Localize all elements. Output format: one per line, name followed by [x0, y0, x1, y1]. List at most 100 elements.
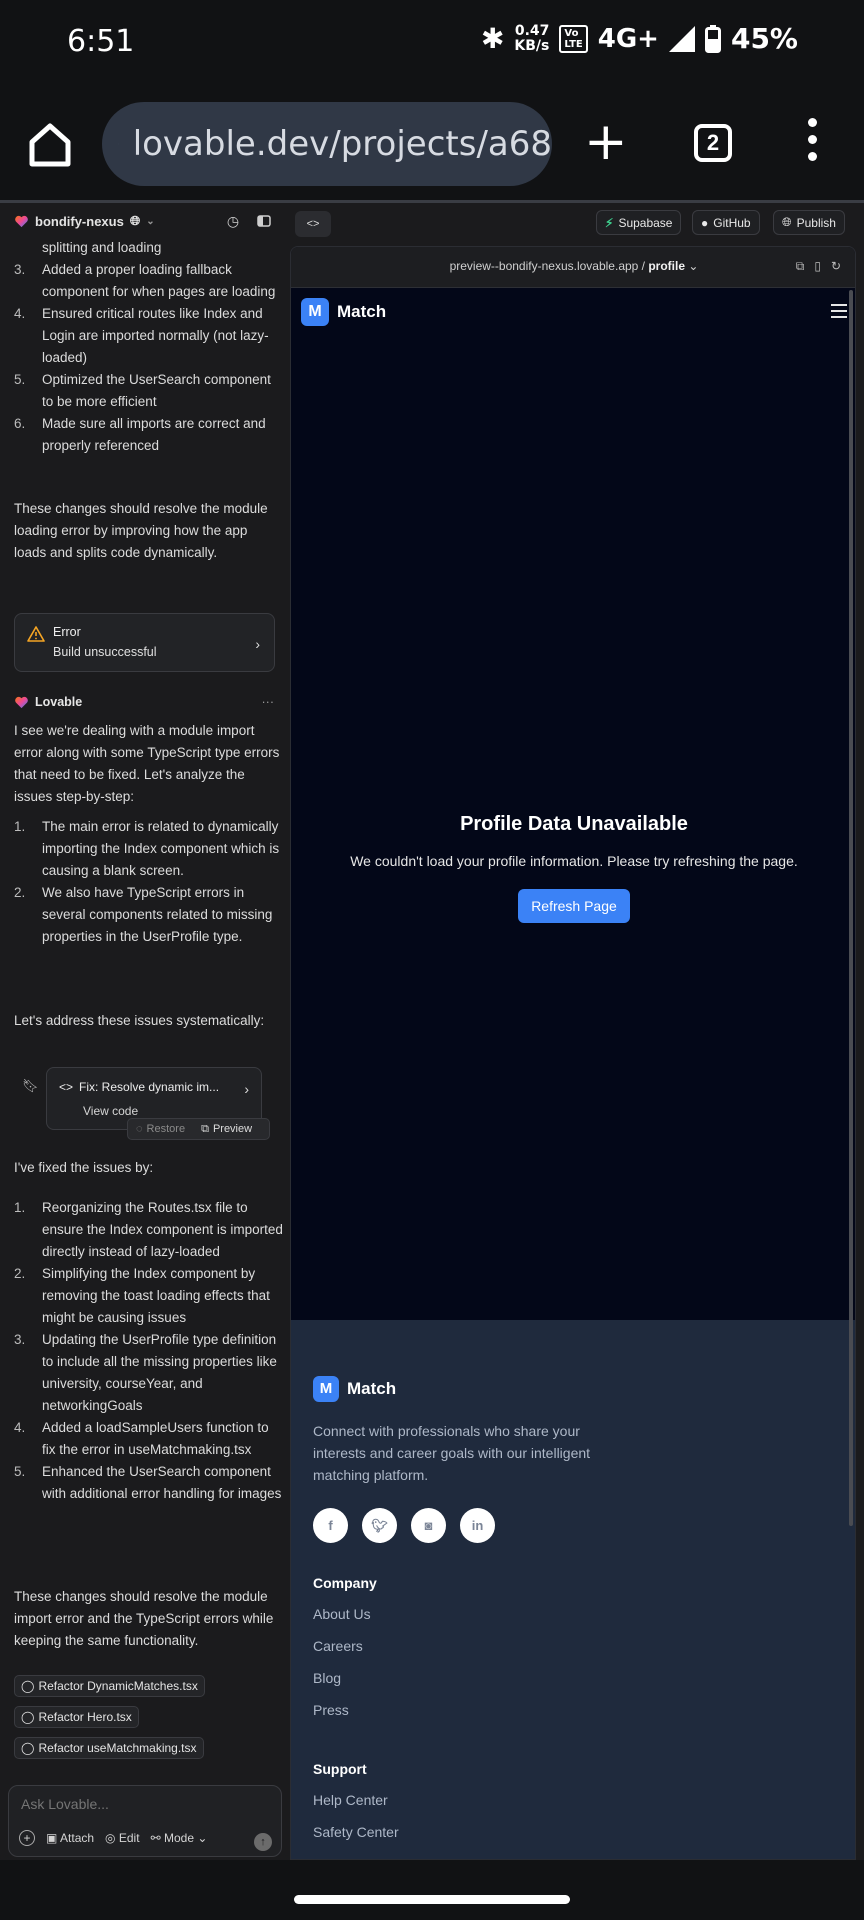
refactor-chip[interactable]: ◯ Refactor DynamicMatches.tsx [14, 1675, 205, 1697]
chat-input[interactable] [21, 1796, 261, 1812]
preview-actions: ⧉ ▯ ↻ [796, 259, 841, 274]
globe-icon: 🌐︎ [129, 213, 141, 228]
preview-panel: preview--bondify-nexus.lovable.app / pro… [290, 246, 856, 1860]
preview-url[interactable]: preview--bondify-nexus.lovable.app / pro… [291, 259, 855, 273]
address-bar[interactable]: lovable.dev/projects/a68 [102, 102, 552, 186]
footer-link-help-center[interactable]: Help Center [313, 1792, 388, 1808]
chat-bubble-icon: ◯ [21, 1741, 35, 1755]
chat-list-1: splitting and loading 3. Added a proper l… [14, 241, 284, 457]
chevron-down-icon: ⌄ [146, 215, 155, 227]
refactor-chip[interactable]: ◯ Refactor Hero.tsx [14, 1706, 139, 1728]
hamburger-menu-icon[interactable] [831, 304, 847, 318]
refresh-page-button[interactable]: Refresh Page [518, 889, 630, 923]
chat-paragraph: I've fixed the issues by: [14, 1160, 154, 1175]
volte-bottom: LTE [564, 38, 583, 50]
new-tab-icon[interactable]: + [584, 112, 628, 172]
network-type: 4G+ [597, 23, 659, 54]
preview-button[interactable]: Preview [213, 1118, 252, 1140]
logo-badge: M [313, 1376, 339, 1402]
reload-icon[interactable]: ↻ [831, 259, 841, 274]
footer-link-safety-center[interactable]: Safety Center [313, 1824, 399, 1840]
mode-icon: ⚯ [150, 1831, 161, 1845]
history-icon[interactable]: ◷ [225, 213, 241, 229]
project-selector[interactable]: bondify-nexus 🌐︎ ⌄ [14, 213, 155, 229]
footer-support-heading: Support [313, 1761, 367, 1777]
supabase-label: Supabase [618, 215, 673, 230]
send-button[interactable]: ↑ [254, 1833, 272, 1851]
lovable-app: bondify-nexus 🌐︎ ⌄ ◷ <> ⚡︎ Supabase ● Gi… [0, 203, 864, 1860]
footer-logo[interactable]: M Match [313, 1376, 396, 1402]
bookmark-icon[interactable]: 🔖︎ [22, 1075, 39, 1097]
code-view-toggle[interactable]: <> [295, 211, 331, 237]
chat-paragraph: These changes should resolve the module … [14, 1589, 274, 1648]
volte-icon: Vo LTE [559, 24, 588, 53]
facebook-icon[interactable]: f [313, 1508, 348, 1543]
tab-switcher-button[interactable]: 2 [694, 124, 732, 162]
network-speed-unit: KB/s [514, 37, 550, 54]
chevron-right-icon: › [255, 636, 260, 652]
publish-label: Publish [796, 215, 836, 230]
add-icon[interactable]: + [19, 1830, 35, 1846]
browser-menu-icon[interactable] [808, 118, 818, 162]
error-card[interactable]: Error Build unsuccessful › [14, 613, 275, 672]
chevron-right-icon: › [244, 1081, 249, 1097]
lovable-name: Lovable [35, 695, 83, 709]
error-message: We couldn't load your profile informatio… [350, 853, 798, 869]
list-item: 2. We also have TypeScript errors in seve… [14, 885, 273, 944]
supabase-button[interactable]: ⚡︎ Supabase [596, 210, 682, 235]
list-item: 2. Simplifying the Index component by rem… [14, 1266, 270, 1325]
list-item: splitting and loading [42, 241, 162, 255]
gesture-handle[interactable] [294, 1895, 570, 1904]
footer-link-about-us[interactable]: About Us [313, 1606, 371, 1622]
open-external-icon[interactable]: ⧉ [796, 259, 805, 274]
chat-list-2: 1. The main error is related to dynamical… [14, 816, 284, 948]
restore-preview-bar: ◌ Restore ⧉ Preview [127, 1118, 270, 1140]
globe-icon: 🌐︎ [782, 215, 792, 229]
lovable-logo-icon [15, 215, 28, 227]
footer-link-careers[interactable]: Careers [313, 1638, 363, 1654]
linkedin-icon[interactable]: in [460, 1508, 495, 1543]
code-change-title: <> Fix: Resolve dynamic im... [59, 1080, 220, 1094]
image-icon: ▣ [46, 1831, 58, 1845]
footer-link-blog[interactable]: Blog [313, 1670, 341, 1686]
status-time: 6:51 [67, 24, 135, 59]
footer-link-press[interactable]: Press [313, 1702, 349, 1718]
refactor-chip[interactable]: ◯ Refactor useMatchmaking.tsx [14, 1737, 204, 1759]
volte-top: Vo [564, 27, 579, 39]
supabase-icon: ⚡︎ [605, 215, 614, 230]
view-code-link[interactable]: View code [83, 1103, 138, 1119]
network-speed-value: 0.47 [514, 22, 550, 39]
twitter-icon[interactable]: 🐦︎ [362, 1508, 397, 1543]
publish-button[interactable]: 🌐︎ Publish [773, 210, 845, 235]
github-icon: ● [701, 215, 709, 230]
navigation-bar [0, 1860, 864, 1920]
signal-icon [668, 25, 695, 52]
sidebar-toggle-icon[interactable] [256, 213, 272, 229]
logo-text: Match [337, 302, 387, 321]
error-title: Error [53, 625, 81, 639]
home-icon[interactable] [24, 118, 76, 170]
mobile-view-icon[interactable]: ▯ [814, 259, 821, 274]
logo-text: Match [347, 1379, 397, 1398]
preview-scrollbar[interactable] [849, 290, 853, 1526]
chat-list-3: 1. Reorganizing the Routes.tsx file to en… [14, 1197, 284, 1505]
target-icon: ◎ [105, 1831, 116, 1845]
site-footer: M Match Connect with professionals who s… [291, 1320, 855, 1859]
mode-button[interactable]: ⚯ Mode ⌄ [151, 1831, 208, 1845]
list-item: 4. Added a loadSampleUsers function to fi… [14, 1420, 269, 1457]
restore-button[interactable]: Restore [147, 1118, 186, 1140]
battery-level: 45% [730, 22, 798, 55]
network-speed: 0.47 KB/s [514, 22, 550, 54]
footer-description: Connect with professionals who share you… [313, 1423, 591, 1483]
more-options-icon[interactable]: ··· [262, 691, 275, 713]
instagram-icon[interactable]: ◙ [411, 1508, 446, 1543]
site-settings-icon[interactable] [118, 124, 119, 164]
site-logo[interactable]: M Match [301, 298, 386, 326]
attach-button[interactable]: ▣ Attach [46, 1831, 94, 1845]
battery-icon [704, 24, 721, 53]
edit-button[interactable]: ◎ Edit [105, 1831, 140, 1845]
error-subtitle: Build unsuccessful [53, 645, 157, 659]
list-item: 5. Enhanced the UserSearch component with… [14, 1464, 282, 1501]
chevron-down-icon: ⌄ [197, 1831, 208, 1845]
github-button[interactable]: ● GitHub [692, 210, 760, 235]
